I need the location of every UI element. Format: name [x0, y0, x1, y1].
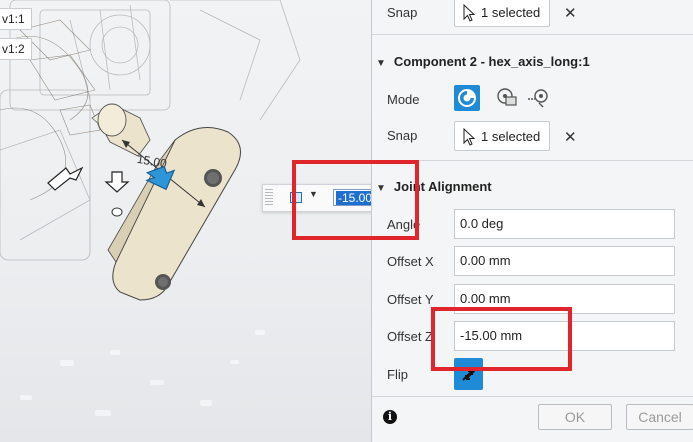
alignment-section-header[interactable]: ▼ Joint Alignment: [376, 179, 492, 194]
chevron-down-icon[interactable]: ▼: [309, 189, 318, 199]
offset-x-input[interactable]: 0.00 mm: [454, 246, 675, 276]
snap-select-button-1[interactable]: 1 selected: [454, 0, 550, 27]
collapse-triangle-icon: ▼: [376, 58, 386, 69]
view-tag-1[interactable]: v1:1: [0, 8, 32, 30]
offset-y-input[interactable]: 0.00 mm: [454, 284, 675, 314]
flip-label: Flip: [387, 367, 408, 382]
snap-label: Snap: [387, 5, 418, 20]
snap-select-button-2[interactable]: 1 selected: [454, 121, 550, 151]
slider-joint-icon[interactable]: [494, 85, 520, 111]
viewport-canvas[interactable]: 15.00 v1:1 v1:2 ▼ -15.00 mm ···: [0, 0, 371, 442]
offset-x-label: Offset X: [387, 254, 434, 269]
flip-button[interactable]: [454, 358, 483, 390]
dimension-mode-icon[interactable]: [290, 192, 302, 203]
view-tag-2[interactable]: v1:2: [0, 38, 32, 60]
divider: [372, 396, 693, 397]
select-cursor-icon: [463, 128, 476, 146]
snap-selection-count-2: 1 selected: [481, 129, 541, 144]
revolute-joint-icon[interactable]: [526, 85, 552, 111]
ok-button[interactable]: OK: [538, 404, 612, 430]
offset-y-label: Offset Y: [387, 292, 434, 307]
snap-selection-count: 1 selected: [481, 5, 541, 20]
angle-input[interactable]: 0.0 deg: [454, 209, 675, 239]
snap-label-2: Snap: [387, 128, 418, 143]
move-arrow-x-icon: [47, 166, 84, 191]
divider: [372, 160, 693, 161]
select-cursor-icon: [463, 4, 476, 22]
offset-z-label: Offset Z: [387, 329, 433, 344]
dimension-input-toolbar: ▼ -15.00 mm ···: [262, 184, 371, 212]
clear-selection-icon[interactable]: ✕: [564, 4, 577, 22]
offset-z-input[interactable]: -15.00 mm: [454, 321, 675, 351]
dimension-value-input[interactable]: -15.00 mm: [333, 189, 371, 206]
cancel-button[interactable]: Cancel: [626, 404, 693, 430]
angle-label: Angle: [387, 217, 421, 232]
model-scene: 15.00: [0, 0, 301, 416]
flip-icon: [462, 369, 476, 381]
collapse-triangle-icon: ▼: [376, 183, 386, 194]
move-arrow-y-icon: [104, 171, 130, 193]
divider: [372, 34, 693, 35]
clear-selection-icon-2[interactable]: ✕: [564, 128, 577, 146]
component-section-header[interactable]: ▼ Component 2 - hex_axis_long:1: [376, 54, 590, 69]
mode-label: Mode: [387, 92, 420, 107]
rigid-joint-icon[interactable]: [454, 85, 480, 111]
info-icon[interactable]: i: [383, 410, 397, 424]
drag-handle-icon[interactable]: [265, 189, 273, 207]
joint-dialog-panel: Snap 1 selected ✕ ▼ Component 2 - hex_axi…: [371, 0, 693, 442]
